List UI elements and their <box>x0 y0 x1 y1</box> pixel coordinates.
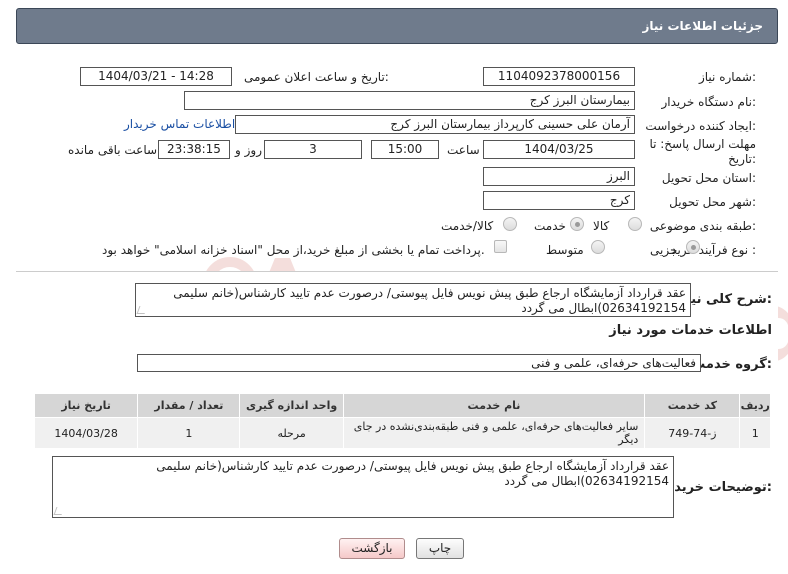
services-table: ردیف کد خدمت نام خدمت واحد اندازه گیری ت… <box>33 393 771 449</box>
cell-date: 1404/03/28 <box>33 417 139 449</box>
col-row: ردیف <box>739 393 771 418</box>
purchase-radio-medium[interactable] <box>591 240 605 254</box>
need-number-field[interactable]: 1104092378000156 <box>483 67 635 86</box>
col-date: تاریخ نیاز <box>33 393 139 418</box>
service-group-label: گروه خدمت: <box>692 357 772 372</box>
description-textarea[interactable]: عقد قرارداد آزمایشگاه ارجاع طبق پیش نویس… <box>135 283 691 317</box>
deadline-date-field[interactable]: 1404/03/25 <box>483 140 635 159</box>
cell-name: سایر فعالیت‌های حرفه‌ای، علمی و فنی طبقه… <box>342 417 646 449</box>
category-option-goods-service: کالا/خدمت <box>441 219 494 233</box>
category-radio-goods[interactable] <box>628 217 642 231</box>
cell-qty: 1 <box>137 417 241 449</box>
divider <box>16 271 778 272</box>
remaining-days-field[interactable]: 3 <box>264 140 362 159</box>
page-title: جزئیات اطلاعات نیاز <box>642 19 763 33</box>
remaining-time-field[interactable]: 23:38:15 <box>158 140 230 159</box>
treasury-checkbox[interactable] <box>494 240 507 253</box>
table-row: 1 ز-74-749 سایر فعالیت‌های حرفه‌ای، علمی… <box>33 417 771 449</box>
category-radio-service[interactable] <box>570 217 584 231</box>
resize-grip-icon <box>136 306 148 314</box>
requester-field[interactable]: آرمان علی حسینی کارپرداز بیمارستان البرز… <box>235 115 635 134</box>
service-group-field[interactable]: فعالیت‌های حرفه‌ای، علمی و فنی <box>137 354 701 372</box>
col-name: نام خدمت <box>342 393 646 418</box>
cell-unit: مرحله <box>239 417 344 449</box>
purchase-option-minor: جزیی <box>650 243 678 257</box>
announce-date-field[interactable]: 1404/03/21 - 14:28 <box>80 67 232 86</box>
buyer-org-field[interactable]: بیمارستان البرز کرج <box>184 91 635 110</box>
cell-code: ز-74-749 <box>644 417 741 449</box>
buyer-notes-text: عقد قرارداد آزمایشگاه ارجاع طبق پیش نویس… <box>156 459 669 488</box>
need-number-label: شماره نیاز: <box>698 70 756 84</box>
deadline-label-line2: تاریخ: <box>728 152 756 166</box>
remaining-time-label: ساعت باقی مانده <box>68 143 158 157</box>
city-label: شهر محل تحویل: <box>669 195 756 209</box>
deadline-time-label: ساعت <box>447 143 480 157</box>
remaining-days-label: روز و <box>235 143 262 157</box>
purchase-type-label: نوع فرآیند خرید : <box>671 243 756 257</box>
category-option-goods: کالا <box>593 219 610 233</box>
province-field[interactable]: البرز <box>483 167 635 186</box>
treasury-note: پرداخت تمام یا بخشی از مبلغ خرید،از محل … <box>102 243 485 257</box>
purchase-radio-minor[interactable] <box>686 240 700 254</box>
cell-row: 1 <box>739 417 771 449</box>
category-label: طبقه بندی موضوعی: <box>649 219 756 233</box>
announce-date-label: تاریخ و ساعت اعلان عمومی: <box>244 70 389 84</box>
requester-label: ایجاد کننده درخواست: <box>645 119 756 133</box>
back-button[interactable]: بازگشت <box>339 538 405 559</box>
buyer-org-label: نام دستگاه خریدار: <box>661 95 757 109</box>
print-button[interactable]: چاپ <box>416 538 464 559</box>
col-unit: واحد اندازه گیری <box>239 393 344 418</box>
services-table-header: ردیف کد خدمت نام خدمت واحد اندازه گیری ت… <box>33 393 771 418</box>
col-code: کد خدمت <box>644 393 741 418</box>
buyer-contact-link[interactable]: اطلاعات تماس خریدار <box>124 117 235 131</box>
description-label: شرح کلی نیاز: <box>678 292 772 307</box>
col-qty: تعداد / مقدار <box>137 393 241 418</box>
resize-grip-icon <box>53 507 65 515</box>
deadline-label-line1: مهلت ارسال پاسخ: تا <box>649 137 756 151</box>
category-option-service: خدمت <box>534 219 566 233</box>
city-field[interactable]: کرج <box>483 191 635 210</box>
services-section-title: اطلاعات خدمات مورد نیاز <box>609 323 772 338</box>
description-text: عقد قرارداد آزمایشگاه ارجاع طبق پیش نویس… <box>173 286 686 315</box>
province-label: استان محل تحویل: <box>661 171 756 185</box>
buyer-notes-textarea[interactable]: عقد قرارداد آزمایشگاه ارجاع طبق پیش نویس… <box>52 456 674 518</box>
page-title-bar: جزئیات اطلاعات نیاز <box>16 8 778 44</box>
buyer-notes-label: توضیحات خریدار: <box>662 480 772 495</box>
deadline-time-field[interactable]: 15:00 <box>371 140 439 159</box>
category-radio-goods-service[interactable] <box>503 217 517 231</box>
purchase-option-medium: متوسط <box>546 243 584 257</box>
